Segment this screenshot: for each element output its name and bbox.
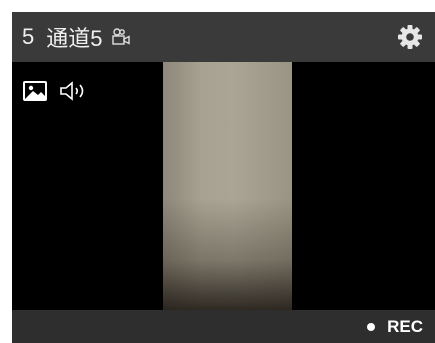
settings-gear-button[interactable] (397, 24, 423, 50)
gear-icon (398, 25, 422, 49)
video-view[interactable] (12, 62, 435, 310)
speaker-icon (58, 80, 90, 107)
channel-header: 5 通道5 (12, 12, 435, 62)
stream-status-icons (22, 80, 90, 107)
record-indicator-dot (367, 322, 376, 331)
channel-panel: 5 通道5 REC (12, 12, 435, 343)
channel-name: 通道5 (46, 26, 103, 51)
rec-label: REC (387, 316, 423, 336)
image-icon (22, 80, 48, 107)
camera-icon (111, 27, 131, 47)
video-feed (163, 62, 292, 310)
channel-number: 5 (22, 24, 35, 49)
status-bar: REC (12, 310, 435, 343)
